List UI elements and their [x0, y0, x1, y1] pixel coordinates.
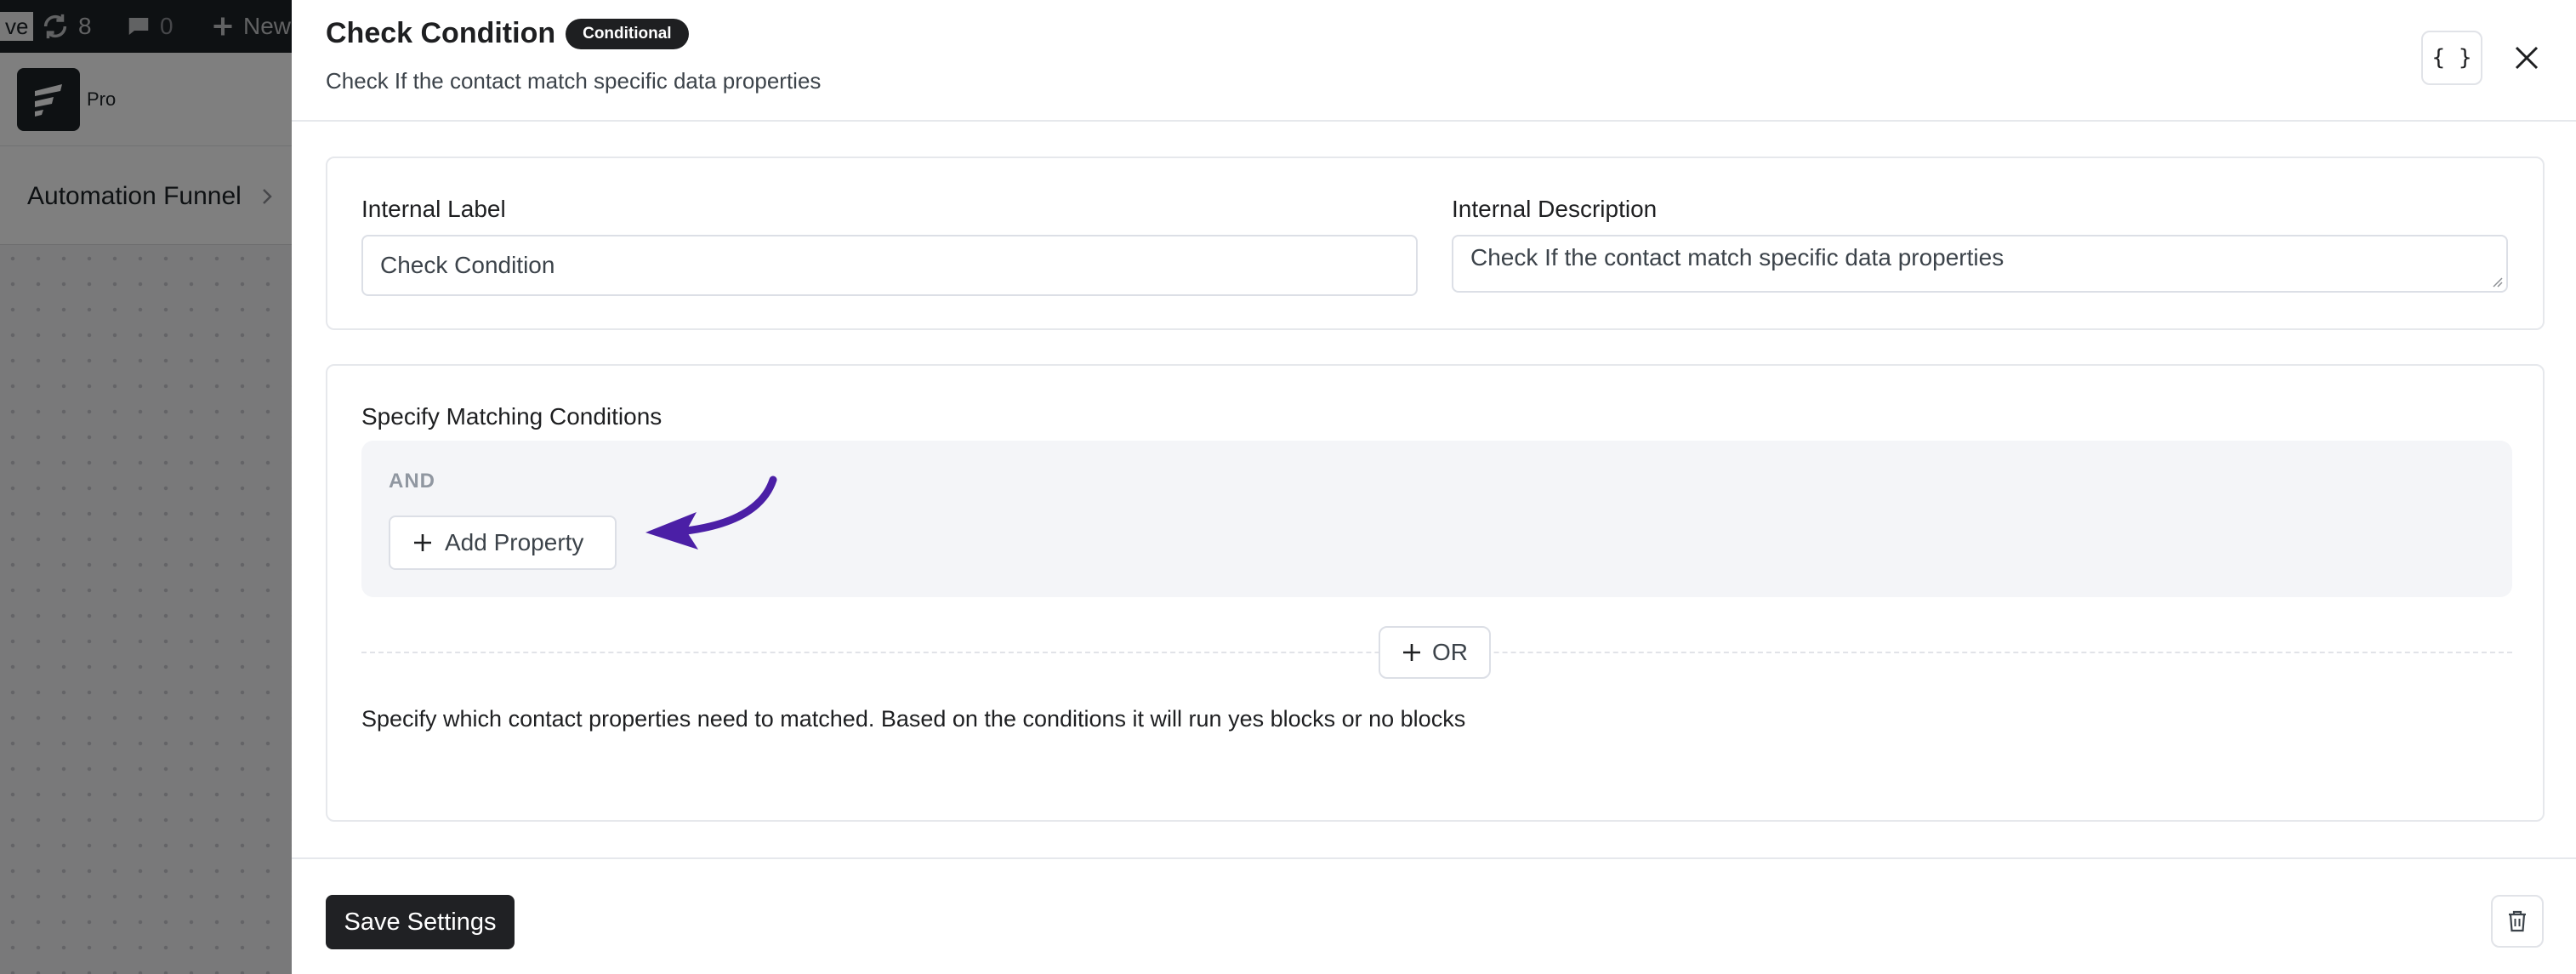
type-badge: Conditional [566, 18, 689, 49]
and-operator-label: AND [389, 470, 435, 493]
delete-button[interactable] [2491, 895, 2544, 948]
close-icon [2515, 46, 2539, 70]
internal-label-value: Check Condition [380, 252, 555, 278]
add-property-button[interactable]: Add Property [389, 515, 617, 570]
close-button[interactable] [2503, 34, 2550, 82]
or-label: OR [1432, 639, 1468, 665]
internal-description-textarea[interactable]: Check If the contact match specific data… [1452, 235, 2508, 293]
conditions-title: Specify Matching Conditions [361, 403, 662, 430]
add-or-group-button[interactable]: OR [1379, 626, 1491, 679]
add-property-label: Add Property [445, 529, 584, 555]
internal-info-card: Internal Label Check Condition Internal … [326, 157, 2545, 330]
drawer-header: Check Condition Conditional Check If the… [292, 0, 2576, 122]
annotation-arrow-icon [645, 476, 777, 550]
json-view-button[interactable]: { } [2421, 31, 2482, 85]
conditions-card: Specify Matching Conditions AND Add Prop… [326, 364, 2545, 822]
save-settings-button[interactable]: Save Settings [326, 895, 515, 949]
internal-description-value: Check If the contact match specific data… [1470, 244, 2005, 271]
drawer-title: Check Condition [326, 17, 556, 49]
plus-icon [414, 534, 431, 551]
drawer-subtitle: Check If the contact match specific data… [326, 68, 822, 94]
internal-label-label: Internal Label [361, 196, 506, 222]
resize-handle-icon[interactable] [2491, 276, 2503, 288]
drawer-footer: Save Settings [292, 857, 2576, 974]
trash-icon [2509, 910, 2526, 932]
internal-description-label: Internal Description [1452, 196, 1658, 222]
code-braces-icon: { } [2431, 45, 2472, 71]
internal-label-input[interactable]: Check Condition [361, 235, 1418, 296]
conditions-help-text: Specify which contact properties need to… [361, 706, 1466, 732]
title-row: Check Condition Conditional [326, 17, 689, 50]
condition-group: AND Add Property [361, 441, 2512, 597]
settings-drawer: Check Condition Conditional Check If the… [292, 0, 2576, 974]
plus-icon [1403, 644, 1420, 661]
